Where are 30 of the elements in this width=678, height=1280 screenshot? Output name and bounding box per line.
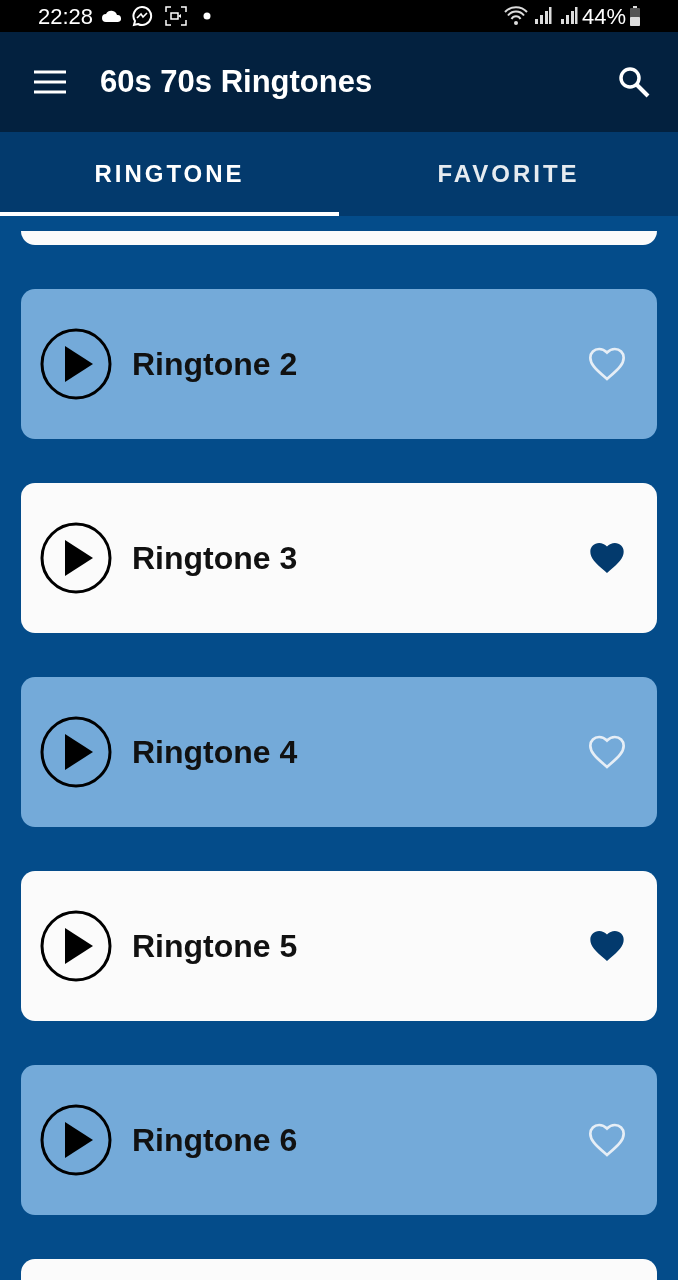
ringtone-title: Ringtone 6 [132, 1121, 298, 1160]
ringtone-title: Ringtone 2 [132, 345, 298, 384]
ringtone-title: Ringtone 3 [132, 539, 298, 578]
signal-icon [559, 7, 578, 25]
cloud-icon [101, 9, 124, 23]
tab[interactable]: FAVORITE [339, 132, 678, 216]
screen-record-icon [165, 6, 188, 26]
ringtone-card[interactable]: Ringtone 3 [21, 483, 657, 633]
chat-bubble-icon [131, 5, 154, 27]
battery-icon [630, 6, 640, 26]
clock-text: 22:28 [38, 2, 94, 31]
battery-text: 44% [581, 2, 626, 31]
play-icon[interactable] [40, 910, 112, 982]
wifi-icon [503, 6, 530, 26]
tab[interactable]: RINGTONE [0, 132, 339, 216]
ringtone-card[interactable]: Ringtone 6 [21, 1065, 657, 1215]
signal-icon [533, 7, 552, 25]
ringtone-card[interactable]: Ringtone 5 [21, 871, 657, 1021]
app-title: 60s 70s Ringtones [100, 62, 373, 101]
play-icon[interactable] [40, 1104, 112, 1176]
ringtone-title: Ringtone 4 [132, 733, 298, 772]
dot-icon [203, 12, 212, 20]
ringtone-card[interactable]: Ringtone 2 [21, 289, 657, 439]
play-icon[interactable] [40, 716, 112, 788]
menu-icon[interactable] [33, 70, 67, 94]
ringtone-title: Ringtone 5 [132, 927, 298, 966]
search-icon[interactable] [618, 66, 650, 98]
play-icon[interactable] [40, 328, 112, 400]
ringtone-card[interactable]: Ringtone 4 [21, 677, 657, 827]
play-icon[interactable] [40, 522, 112, 594]
